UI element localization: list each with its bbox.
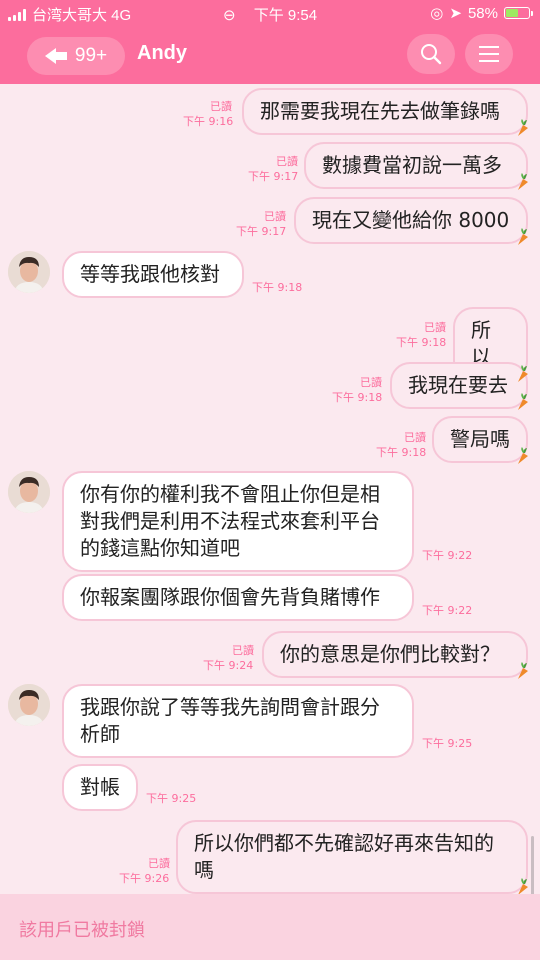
message-time: 下午 9:17: [248, 170, 299, 183]
chat-title: Andy: [137, 42, 187, 64]
search-icon: [421, 44, 442, 65]
carrot-icon: [514, 393, 530, 415]
message-time: 下午 9:22: [422, 604, 473, 617]
carrot-icon: [514, 662, 530, 684]
blocked-banner: 該用戶已被封鎖: [0, 894, 540, 960]
message-bubble-sent[interactable]: 數據費當初說一萬多: [304, 142, 528, 189]
carrot-icon: [514, 173, 530, 195]
status-time: 下午 9:54: [253, 7, 318, 24]
message-time: 下午 9:22: [422, 549, 473, 562]
avatar-image: [8, 251, 50, 293]
read-receipt: 已讀: [276, 155, 298, 168]
message-time: 下午 9:17: [236, 225, 287, 238]
carrot-icon: [514, 365, 530, 387]
message-time: 下午 9:26: [119, 872, 170, 885]
message-time: 下午 9:16: [183, 115, 234, 128]
read-receipt: 已讀: [360, 376, 382, 389]
read-receipt: 已讀: [404, 431, 426, 444]
search-button[interactable]: [407, 34, 455, 74]
message-bubble-received[interactable]: 你報案團隊跟你個會先背負賭博作: [62, 574, 414, 621]
message-time: 下午 9:18: [252, 281, 303, 294]
carrot-icon: [514, 228, 530, 250]
link-icon: ⊖: [222, 7, 236, 24]
message-bubble-received[interactable]: 等等我跟他核對: [62, 251, 244, 298]
read-receipt: 已讀: [232, 644, 254, 657]
message-bubble-received[interactable]: 我跟你說了等等我先詢問會計跟分 析師: [62, 684, 414, 758]
back-button[interactable]: 99+: [27, 37, 125, 75]
avatar-image: [8, 471, 50, 513]
menu-button[interactable]: [465, 34, 513, 74]
read-receipt: 已讀: [210, 100, 232, 113]
avatar-image: [8, 684, 50, 726]
message-time: 下午 9:25: [422, 737, 473, 750]
message-bubble-received[interactable]: 對帳: [62, 764, 138, 811]
back-arrow-icon: [44, 48, 67, 64]
status-bar: 台湾大哥大 4G ⊖ 下午 9:54 ◎ ➤ 58%: [0, 0, 540, 26]
message-time: 下午 9:18: [332, 391, 383, 404]
message-time: 下午 9:24: [203, 659, 254, 672]
message-bubble-sent[interactable]: 我現在要去: [390, 362, 528, 409]
message-time: 下午 9:18: [376, 446, 427, 459]
battery-percent: 58%: [467, 4, 498, 22]
battery-icon: [504, 7, 533, 19]
read-receipt: 已讀: [424, 321, 446, 334]
chat-header: 99+ Andy: [0, 26, 540, 84]
contact-avatar[interactable]: [8, 684, 50, 726]
carrot-icon: [514, 447, 530, 469]
contact-avatar[interactable]: [8, 471, 50, 513]
lock-rotation-icon: ◎: [430, 5, 444, 22]
unread-count: 99+: [74, 45, 108, 66]
read-receipt: 已讀: [148, 857, 170, 870]
contact-avatar[interactable]: [8, 251, 50, 293]
message-list[interactable]: 已讀 下午 9:16 那需要我現在先去做筆錄嗎 已讀 下午 9:17 數據費當初…: [0, 84, 540, 920]
message-bubble-sent[interactable]: 現在又變他給你 8000: [294, 197, 528, 244]
message-time: 下午 9:18: [396, 336, 447, 349]
blocked-text: 該用戶已被封鎖: [19, 920, 145, 941]
carrot-icon: [514, 119, 530, 141]
read-receipt: 已讀: [264, 210, 286, 223]
message-bubble-sent[interactable]: 你的意思是你們比較對？: [262, 631, 528, 678]
message-bubble-sent[interactable]: 所以你們都不先確認好再來告知的 嗎: [176, 820, 528, 894]
location-icon: ➤: [449, 5, 462, 22]
message-bubble-sent[interactable]: 那需要我現在先去做筆錄嗎: [242, 88, 528, 135]
message-bubble-received[interactable]: 你有你的權利我不會阻止你但是相 對我們是利用不法程式來套利平台 的錢這點你知道吧: [62, 471, 414, 572]
message-time: 下午 9:25: [146, 792, 197, 805]
menu-icon: [479, 46, 499, 62]
